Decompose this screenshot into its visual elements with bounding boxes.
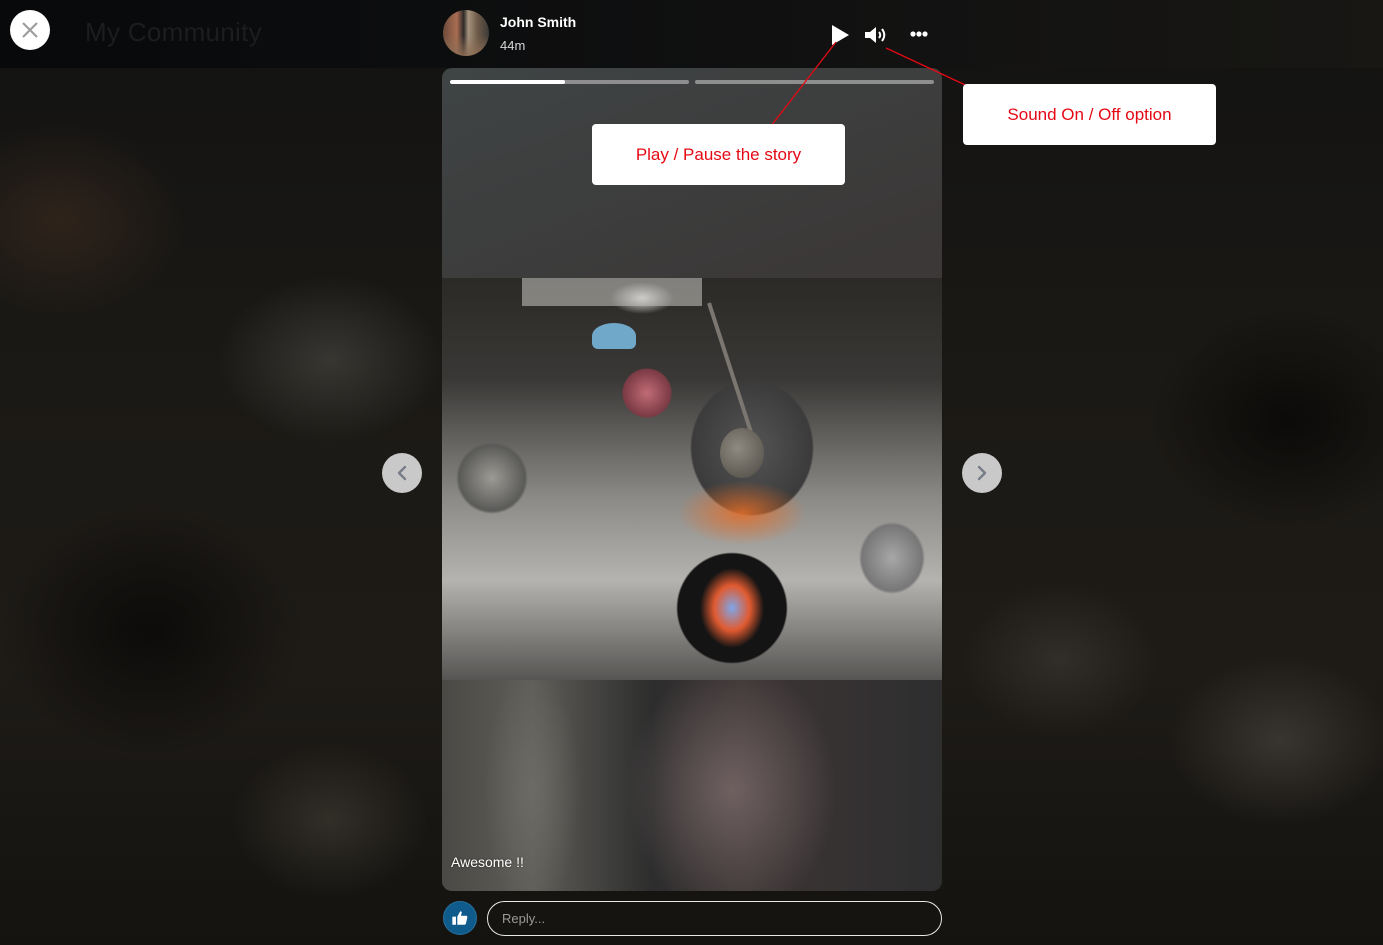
more-options-button[interactable]	[907, 27, 931, 41]
media-detail	[522, 278, 702, 306]
media-detail	[592, 323, 636, 349]
close-button[interactable]	[10, 10, 50, 50]
next-story-button[interactable]	[962, 453, 1002, 493]
background-page-title: My Community	[85, 17, 262, 47]
story-caption: Awesome !!	[451, 854, 524, 870]
play-pause-button[interactable]	[829, 23, 851, 47]
media-detail	[720, 428, 764, 478]
thumbs-up-icon	[452, 911, 468, 925]
more-horizontal-icon	[910, 31, 928, 37]
chevron-left-icon	[397, 465, 407, 481]
sound-annotation: Sound On / Off option	[963, 84, 1216, 145]
story-progress-segment	[695, 80, 934, 84]
volume-on-icon	[865, 27, 886, 43]
story-media-image	[442, 278, 942, 681]
chevron-right-icon	[977, 465, 987, 481]
story-card[interactable]: Awesome !!	[442, 68, 942, 891]
story-progress-segment	[450, 80, 689, 84]
reply-input[interactable]	[487, 901, 942, 936]
story-progress-fill	[450, 80, 565, 84]
close-icon	[22, 22, 38, 38]
background-header: My Community	[0, 0, 1383, 68]
play-icon	[832, 25, 849, 45]
previous-story-button[interactable]	[382, 453, 422, 493]
sound-toggle-button[interactable]	[863, 24, 889, 46]
play-pause-annotation: Play / Pause the story	[592, 124, 845, 185]
author-name[interactable]: John Smith	[500, 14, 576, 30]
sound-annotation-text: Sound On / Off option	[1007, 104, 1172, 124]
like-button[interactable]	[443, 901, 477, 935]
story-timestamp: 44m	[500, 38, 526, 53]
play-pause-annotation-text: Play / Pause the story	[635, 144, 802, 164]
author-avatar[interactable]	[443, 10, 489, 56]
